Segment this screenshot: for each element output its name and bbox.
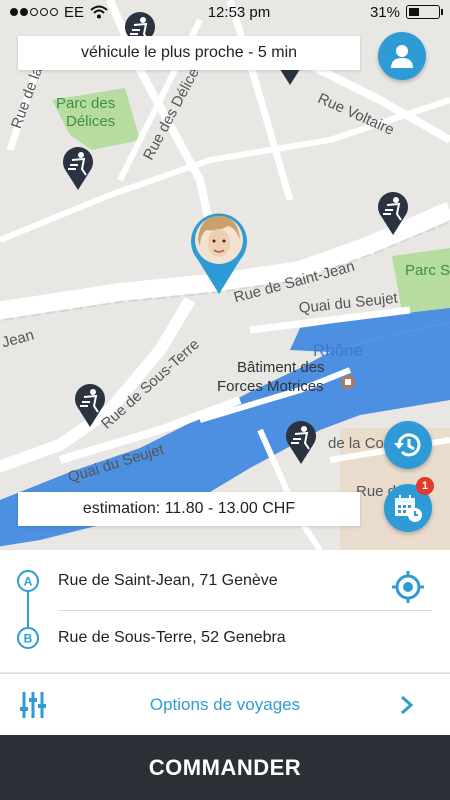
map-label-de-la-cou: de la Cou [328, 435, 393, 452]
carrier-label: EE [64, 3, 85, 21]
status-bar: EE 12:53 pm 31% [0, 0, 450, 24]
driver-pin-icon[interactable] [60, 143, 96, 191]
calendar-clock-icon [395, 495, 422, 522]
origin-row[interactable]: A Rue de Saint-Jean, 71 Genève [0, 553, 450, 609]
map-label-batiment-2: Forces Motrices [217, 378, 324, 395]
driver-pin-icon[interactable] [375, 188, 411, 236]
origin-marker-icon: A [17, 570, 39, 592]
destination-marker-icon: B [17, 627, 39, 649]
map-label-parc-des-delices-2: Délices [66, 113, 116, 130]
map-label-parc-des-delices-1: Parc des [56, 95, 116, 112]
driver-pin-icon[interactable] [283, 417, 319, 465]
driver-pin-icon[interactable] [72, 380, 108, 428]
map-label-parc-s: Parc S [405, 262, 450, 279]
user-location-pin[interactable] [188, 210, 250, 296]
sliders-icon [20, 692, 46, 718]
trip-options-label: Options de voyages [149, 694, 301, 714]
museum-poi-icon [341, 375, 355, 389]
origin-address: Rue de Saint-Jean, 71 Genève [58, 572, 278, 589]
order-button[interactable]: COMMANDER [0, 735, 450, 800]
destination-row[interactable]: B Rue de Sous-Terre, 52 Genebra [0, 610, 450, 666]
user-icon [391, 45, 413, 68]
destination-marker-letter: B [24, 632, 33, 646]
chevron-right-icon [401, 695, 414, 715]
signal-strength-icon [10, 8, 58, 16]
history-icon [394, 433, 421, 457]
history-button[interactable] [384, 421, 432, 469]
map-label-batiment-1: Bâtiment des [237, 359, 325, 376]
trip-options-row[interactable]: Options de voyages [0, 673, 450, 735]
status-left: EE [10, 4, 108, 21]
battery-percent: 31% [369, 3, 400, 21]
destination-address: Rue de Sous-Terre, 52 Genebra [58, 629, 286, 646]
wifi-icon [90, 5, 108, 19]
notification-badge: 1 [416, 477, 434, 495]
status-right: 31% [369, 3, 443, 21]
map-view[interactable]: Parc des Délices Rue des Délices Rue Vol… [0, 0, 450, 550]
profile-button[interactable] [378, 32, 426, 80]
route-panel: A Rue de Saint-Jean, 71 Genève B Rue de … [0, 550, 450, 672]
price-estimate-banner: estimation: 11.80 - 13.00 CHF [18, 492, 360, 526]
nearest-vehicle-banner: véhicule le plus proche - 5 min [18, 36, 360, 70]
crosshair-icon[interactable] [390, 569, 426, 605]
map-label-rhone: Rhône [313, 341, 364, 360]
status-time: 12:53 pm [207, 3, 271, 21]
origin-marker-letter: A [24, 575, 33, 589]
battery-icon [406, 5, 443, 19]
